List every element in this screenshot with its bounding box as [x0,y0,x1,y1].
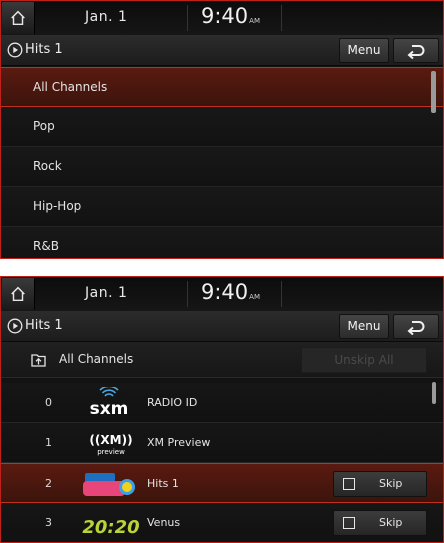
play-circle-icon [7,318,23,334]
svg-text:20:20: 20:20 [82,517,139,538]
station-title: Hits 1 [25,42,63,57]
channel-name: XM Preview [147,436,211,449]
scrollbar-thumb[interactable] [431,71,436,113]
status-bar: Jan. 1 9:40AM [1,1,443,35]
svg-text:((XM)): ((XM)) [89,433,132,447]
channel-number: 3 [45,516,52,529]
home-icon [11,286,25,302]
category-item[interactable]: Hip-Hop [1,187,443,227]
skip-toggle[interactable]: Skip [333,471,427,497]
status-divider [281,281,282,307]
status-clock: 9:40AM [201,4,260,28]
category-item[interactable]: R&B [1,227,443,258]
status-bar: Jan. 1 9:40AM [1,277,443,311]
svg-text:sxm: sxm [90,399,129,419]
channel-row[interactable]: 1 ((XM)) preview XM Preview [1,423,443,463]
category-list: All Channels Pop Rock Hip-Hop R&B [1,67,443,258]
channel-number: 2 [45,477,52,490]
category-item[interactable]: Rock [1,147,443,187]
channel-name: RADIO ID [147,396,198,409]
home-icon [11,10,25,26]
menu-button[interactable]: Menu [339,314,389,339]
back-button[interactable] [393,314,439,339]
status-date: Jan. 1 [85,285,128,301]
home-button[interactable] [2,2,35,34]
category-label: Rock [33,159,62,173]
channel-number: 1 [45,436,52,449]
20on20-logo-icon: 20:20 [82,517,139,538]
category-label: R&B [33,239,59,253]
channel-number: 0 [45,396,52,409]
skip-checkbox[interactable] [343,517,355,529]
channel-row[interactable]: 0 sxm RADIO ID [1,383,443,423]
category-title: All Channels [59,352,134,366]
category-label: Pop [33,119,55,133]
back-button[interactable] [393,38,439,63]
sxm-logo-icon: sxm [90,387,129,419]
home-button[interactable] [2,278,35,310]
channel-row[interactable]: 3 20:20 Venus Skip [1,503,443,542]
top-screen: Jan. 1 9:40AM Hits 1 Menu All Channels P… [0,0,444,259]
channel-list: 0 sxm RADIO ID 1 ((XM)) preview XM Previ… [1,383,443,542]
station-title: Hits 1 [25,318,63,333]
channel-list-header: All Channels Unskip All [1,342,443,378]
sirius-xm-hits1-logo-icon [83,473,135,496]
skip-label: Skip [379,477,403,490]
back-arrow-icon [407,320,425,335]
bottom-screen: Jan. 1 9:40AM Hits 1 Menu All Channels U… [0,276,444,543]
svg-text:preview: preview [97,448,125,456]
skip-toggle[interactable]: Skip [333,510,427,536]
xm-preview-logo-icon: ((XM)) preview [89,433,132,456]
status-clock: 9:40AM [201,280,260,304]
category-item[interactable]: Pop [1,107,443,147]
status-divider [187,281,188,307]
status-date: Jan. 1 [85,9,128,25]
category-item[interactable]: All Channels [1,67,443,107]
menu-button[interactable]: Menu [339,38,389,63]
status-divider [281,5,282,31]
channel-row[interactable]: 2 Hits 1 Skip [1,463,443,503]
status-divider [187,5,188,31]
category-label: Hip-Hop [33,199,82,213]
skip-checkbox[interactable] [343,478,355,490]
folder-up-icon[interactable] [31,353,46,367]
title-bar: Hits 1 Menu [1,35,443,66]
scrollbar-thumb[interactable] [432,382,436,404]
play-circle-icon [7,42,23,58]
channel-name: Venus [147,516,181,529]
title-bar: Hits 1 Menu [1,311,443,342]
back-arrow-icon [407,44,425,59]
unskip-all-button[interactable]: Unskip All [301,347,427,373]
channel-name: Hits 1 [147,477,179,490]
skip-label: Skip [379,516,403,529]
category-label: All Channels [33,80,108,94]
